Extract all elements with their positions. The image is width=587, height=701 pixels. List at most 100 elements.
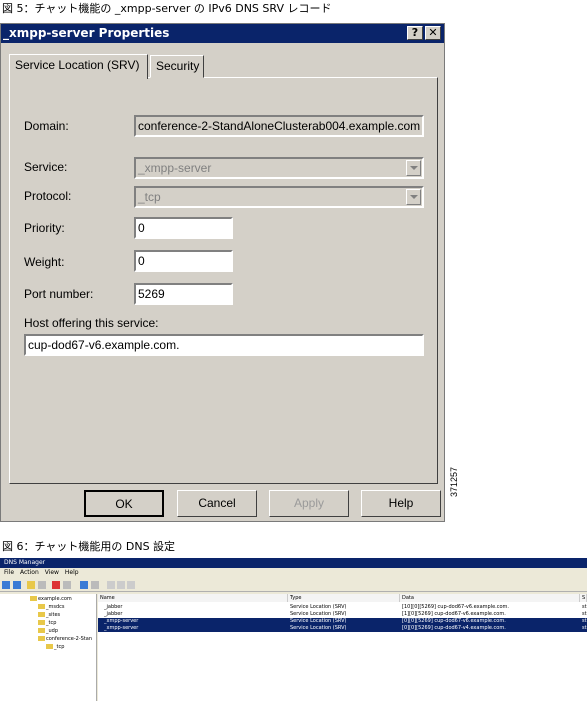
- help-question-button[interactable]: ?: [407, 26, 423, 40]
- table-row[interactable]: _jabber Service Location (SRV) [1][0][52…: [98, 611, 587, 618]
- figure-6-caption: 図 6：チャット機能用の DNS 設定: [2, 540, 176, 553]
- folder-icon: [38, 628, 45, 633]
- table-row[interactable]: _jabber Service Location (SRV) [10][0][5…: [98, 604, 587, 611]
- dns-titlebar[interactable]: DNS Manager: [0, 558, 587, 568]
- column-header-status[interactable]: S: [580, 594, 587, 602]
- tree-label: _udp: [46, 628, 59, 634]
- menu-file[interactable]: File: [4, 569, 14, 576]
- service-value: _xmpp-server: [138, 161, 212, 175]
- table-row-selected[interactable]: _xmpp-server Service Location (SRV) [0][…: [98, 618, 587, 625]
- properties-dialog: _xmpp-server Properties ? ✕ Domain: conf…: [0, 23, 445, 522]
- cell-type: Service Location (SRV): [290, 611, 347, 617]
- domain-field: conference-2-StandAloneClusterab004.exam…: [134, 115, 424, 137]
- cell-status: st: [582, 625, 587, 631]
- cell-type: Service Location (SRV): [290, 604, 347, 610]
- column-header-data[interactable]: Data: [400, 594, 580, 602]
- tab-panel: Domain: conference-2-StandAloneClusterab…: [9, 77, 438, 484]
- dialog-title: _xmpp-server Properties: [3, 26, 170, 40]
- tab-security[interactable]: Security: [150, 55, 204, 78]
- tool-icon[interactable]: [117, 581, 125, 589]
- dns-tree: example.com _msdcs _sites _tcp _udp conf…: [0, 594, 97, 701]
- column-header-name[interactable]: Name: [98, 594, 288, 602]
- cell-status: st: [582, 618, 587, 624]
- figure-id: 371257: [449, 466, 459, 497]
- cell-data: [1][0][5269] cup-dod67-v6.example.com.: [402, 611, 506, 617]
- dns-manager-window: DNS Manager File Action View Help exampl…: [0, 558, 587, 701]
- cell-status: st: [582, 611, 587, 617]
- menu-action[interactable]: Action: [20, 569, 39, 576]
- cell-data: [0][0][5269] cup-dod67-v6.example.com.: [402, 618, 506, 624]
- folder-icon: [46, 644, 53, 649]
- tree-item-selected[interactable]: _tcp: [46, 644, 64, 650]
- figure-5-caption: 図 5：チャット機能の _xmpp-server の IPv6 DNS SRV …: [2, 2, 332, 15]
- port-input[interactable]: 5269: [134, 283, 233, 305]
- cell-name: _jabber: [104, 604, 123, 610]
- column-header-type[interactable]: Type: [288, 594, 400, 602]
- cancel-button[interactable]: Cancel: [177, 490, 257, 517]
- tree-label: example.com: [38, 596, 72, 602]
- help-icon[interactable]: [80, 581, 88, 589]
- cell-name: _jabber: [104, 611, 123, 617]
- tab-service-location[interactable]: Service Location (SRV): [9, 54, 148, 79]
- folder-icon[interactable]: [27, 581, 35, 589]
- cell-name: _xmpp-server: [104, 618, 139, 624]
- dialog-titlebar[interactable]: _xmpp-server Properties ? ✕: [1, 24, 444, 43]
- port-label: Port number:: [24, 287, 94, 301]
- tree-label: _tcp: [46, 620, 57, 626]
- folder-icon: [30, 596, 37, 601]
- dns-toolbar: [0, 580, 587, 592]
- protocol-select[interactable]: _tcp: [134, 186, 424, 208]
- tool-icon[interactable]: [107, 581, 115, 589]
- cell-data: [10][0][5269] cup-dod67-v6.example.com.: [402, 604, 510, 610]
- tree-label: _sites: [46, 612, 61, 618]
- tree-label: conference-2-Stan: [46, 636, 92, 642]
- priority-label: Priority:: [24, 221, 65, 235]
- apply-button[interactable]: Apply: [269, 490, 349, 517]
- tree-label: _tcp: [54, 644, 65, 650]
- service-label: Service:: [24, 160, 68, 174]
- folder-icon: [38, 620, 45, 625]
- menu-help[interactable]: Help: [65, 569, 79, 576]
- host-input[interactable]: cup-dod67-v6.example.com.: [24, 334, 424, 356]
- table-row-selected[interactable]: _xmpp-server Service Location (SRV) [0][…: [98, 625, 587, 632]
- properties-icon[interactable]: [63, 581, 71, 589]
- forward-icon[interactable]: [13, 581, 21, 589]
- cell-type: Service Location (SRV): [290, 625, 347, 631]
- tree-item[interactable]: _udp: [38, 628, 58, 634]
- dns-record-list: Name Type Data S _jabber Service Locatio…: [98, 594, 587, 701]
- cell-type: Service Location (SRV): [290, 618, 347, 624]
- domain-label: Domain:: [24, 119, 69, 133]
- list-icon[interactable]: [38, 581, 46, 589]
- tree-item[interactable]: conference-2-Stan: [38, 636, 92, 642]
- delete-icon[interactable]: [52, 581, 60, 589]
- cell-status: st: [582, 604, 587, 610]
- host-label: Host offering this service:: [24, 316, 159, 330]
- tree-item[interactable]: _sites: [38, 612, 60, 618]
- priority-input[interactable]: 0: [134, 217, 233, 239]
- dns-title: DNS Manager: [4, 559, 46, 566]
- protocol-label: Protocol:: [24, 189, 72, 203]
- weight-label: Weight:: [24, 255, 65, 269]
- tree-item[interactable]: _tcp: [38, 620, 56, 626]
- cell-data: [0][0][5269] cup-dod67-v4.example.com.: [402, 625, 506, 631]
- weight-input[interactable]: 0: [134, 250, 233, 272]
- tree-label: _msdcs: [46, 604, 65, 610]
- cell-name: _xmpp-server: [104, 625, 139, 631]
- service-select[interactable]: _xmpp-server: [134, 157, 424, 179]
- dns-menubar: File Action View Help: [0, 569, 79, 578]
- protocol-value: _tcp: [138, 190, 161, 204]
- tree-item[interactable]: example.com: [30, 596, 72, 602]
- refresh-icon[interactable]: [127, 581, 135, 589]
- menu-view[interactable]: View: [45, 569, 59, 576]
- back-icon[interactable]: [2, 581, 10, 589]
- ok-button[interactable]: OK: [84, 490, 164, 517]
- close-button[interactable]: ✕: [425, 26, 441, 40]
- view-icon[interactable]: [91, 581, 99, 589]
- chevron-down-icon: [406, 160, 421, 176]
- folder-icon: [38, 604, 45, 609]
- folder-icon: [38, 612, 45, 617]
- chevron-down-icon: [406, 189, 421, 205]
- folder-icon: [38, 636, 45, 641]
- tree-item[interactable]: _msdcs: [38, 604, 65, 610]
- help-button[interactable]: Help: [361, 490, 441, 517]
